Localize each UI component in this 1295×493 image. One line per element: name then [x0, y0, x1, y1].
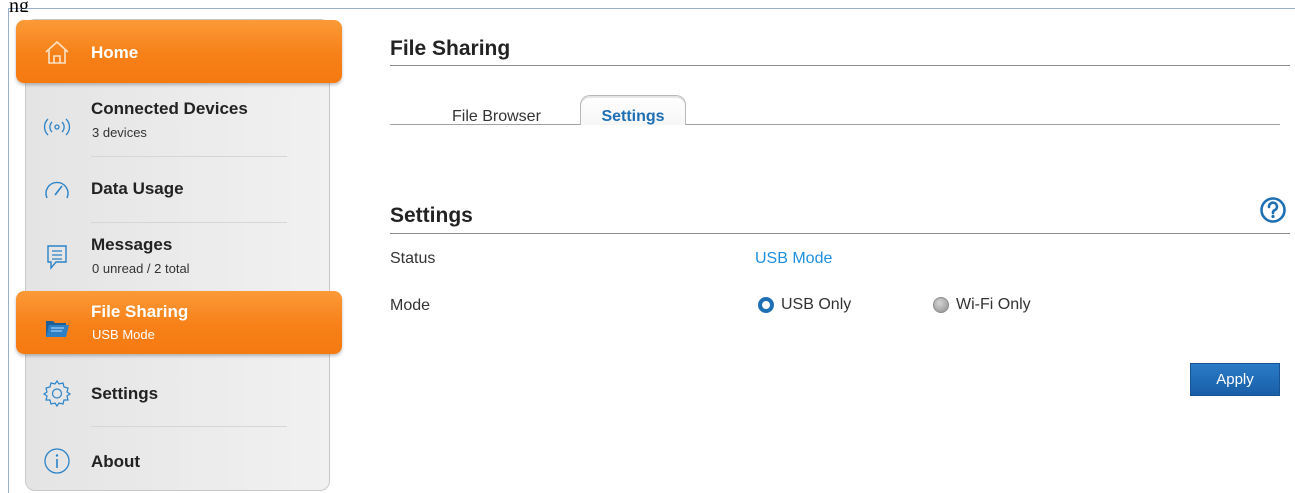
clipped-top-text: ng [9, 0, 29, 12]
sidebar-item-messages[interactable]: Messages 0 unread / 2 total [26, 225, 329, 287]
gear-icon [42, 378, 72, 408]
section-title: Settings [390, 204, 473, 227]
tab-settings[interactable]: Settings [580, 95, 686, 125]
mode-label: Mode [390, 297, 431, 314]
divider [91, 222, 287, 223]
sidebar-item-label: Connected Devices [91, 99, 248, 118]
home-icon [42, 37, 72, 67]
sidebar-item-file-sharing[interactable]: File Sharing USB Mode [16, 291, 342, 354]
tab-baseline-left [390, 124, 580, 125]
sidebar: Home Connected Devices 3 devices Data Us… [16, 19, 342, 491]
wireless-signal-icon [42, 111, 72, 141]
sidebar-item-label: Messages [91, 235, 173, 254]
sidebar-item-label: Home [91, 43, 139, 62]
gauge-icon [42, 175, 72, 205]
tab-baseline-right [686, 124, 1280, 125]
sidebar-item-label: About [91, 452, 141, 471]
radio-label: USB Only [781, 296, 852, 313]
radio-unselected-dot[interactable] [933, 297, 949, 313]
folder-icon [42, 312, 72, 342]
sidebar-item-label: File Sharing [91, 302, 189, 321]
help-icon[interactable] [1259, 196, 1287, 224]
sidebar-item-settings[interactable]: Settings [26, 360, 329, 425]
sidebar-item-about[interactable]: About [26, 430, 329, 490]
message-icon [42, 242, 72, 272]
apply-button[interactable]: Apply [1190, 363, 1280, 396]
divider [91, 156, 287, 157]
page-title: File Sharing [390, 37, 511, 60]
status-label: Status [390, 250, 436, 267]
radio-selected-dot[interactable] [758, 297, 774, 313]
sidebar-item-sub: USB Mode [92, 327, 155, 342]
divider [91, 426, 287, 427]
sidebar-item-sub: 3 devices [92, 125, 147, 140]
radio-label: Wi-Fi Only [956, 296, 1031, 313]
info-icon [42, 446, 72, 476]
status-value: USB Mode [755, 250, 833, 267]
sidebar-item-sub: 0 unread / 2 total [92, 261, 190, 276]
sidebar-item-label: Data Usage [91, 179, 184, 198]
sidebar-item-home[interactable]: Home [16, 20, 342, 83]
sidebar-item-label: Settings [91, 384, 159, 403]
title-divider [390, 65, 1290, 66]
section-divider [390, 233, 1290, 234]
sidebar-item-data-usage[interactable]: Data Usage [26, 160, 329, 220]
sidebar-item-connected-devices[interactable]: Connected Devices 3 devices [26, 95, 329, 157]
